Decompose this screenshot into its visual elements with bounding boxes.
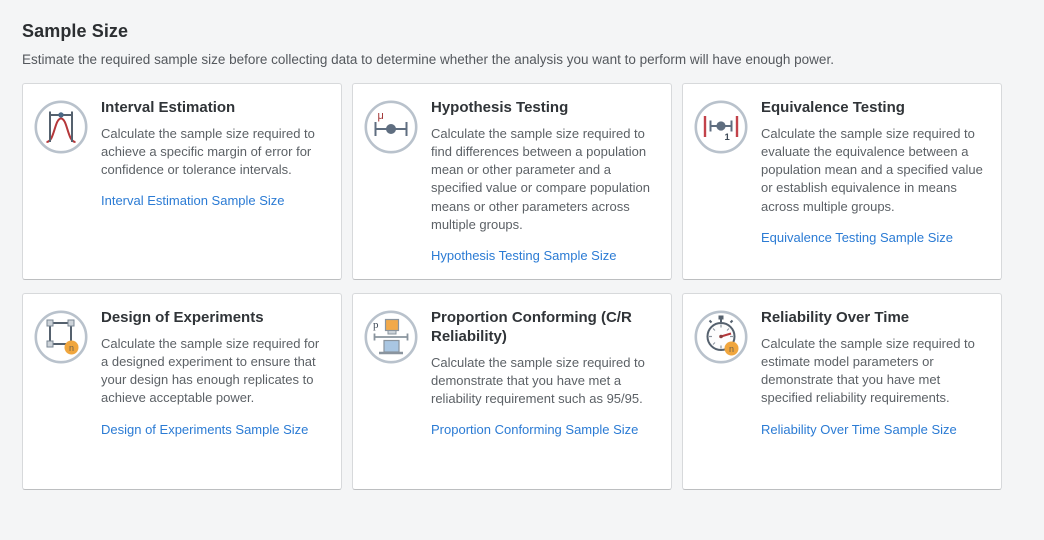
equivalence-testing-icon: 1 — [693, 99, 749, 155]
card-title: Equivalence Testing — [761, 99, 987, 118]
svg-text:n: n — [69, 343, 74, 353]
design-of-experiments-icon: n — [33, 309, 89, 365]
reliability-over-time-link[interactable]: Reliability Over Time Sample Size — [761, 422, 957, 437]
card-description: Calculate the sample size required to es… — [761, 335, 987, 408]
hypothesis-testing-icon: μ — [363, 99, 419, 155]
svg-text:n: n — [729, 344, 734, 354]
svg-text:μ: μ — [378, 110, 384, 122]
card-description: Calculate the sample size required to de… — [431, 354, 657, 409]
reliability-over-time-icon: n — [693, 309, 749, 365]
card-title: Design of Experiments — [101, 309, 327, 328]
cards-grid: Interval Estimation Calculate the sample… — [22, 83, 1022, 490]
svg-text:1: 1 — [725, 132, 731, 143]
card-proportion-conforming: p Proportion Conforming (C/R Reliability… — [352, 293, 672, 490]
card-description: Calculate the sample size required to ev… — [761, 125, 987, 216]
card-reliability-over-time: n Reliability Over Time Calculate the sa… — [682, 293, 1002, 490]
card-hypothesis-testing: μ Hypothesis Testing Calculate the sampl… — [352, 83, 672, 280]
equivalence-testing-link[interactable]: Equivalence Testing Sample Size — [761, 230, 953, 245]
sample-size-page: Sample Size Estimate the required sample… — [0, 0, 1044, 511]
page-subtitle: Estimate the required sample size before… — [22, 52, 1022, 67]
design-of-experiments-link[interactable]: Design of Experiments Sample Size — [101, 422, 308, 437]
card-interval-estimation: Interval Estimation Calculate the sample… — [22, 83, 342, 280]
card-title: Proportion Conforming (C/R Reliability) — [431, 309, 657, 347]
page-title: Sample Size — [22, 21, 1022, 42]
proportion-conforming-link[interactable]: Proportion Conforming Sample Size — [431, 422, 638, 437]
hypothesis-testing-link[interactable]: Hypothesis Testing Sample Size — [431, 248, 616, 263]
card-title: Reliability Over Time — [761, 309, 987, 328]
card-title: Hypothesis Testing — [431, 99, 657, 118]
card-description: Calculate the sample size required to fi… — [431, 125, 657, 234]
card-description: Calculate the sample size required to ac… — [101, 125, 327, 180]
card-title: Interval Estimation — [101, 99, 327, 118]
card-design-of-experiments: n Design of Experiments Calculate the sa… — [22, 293, 342, 490]
svg-text:p: p — [373, 319, 379, 331]
interval-estimation-icon — [33, 99, 89, 155]
card-equivalence-testing: 1 Equivalence Testing Calculate the samp… — [682, 83, 1002, 280]
card-description: Calculate the sample size required for a… — [101, 335, 327, 408]
proportion-conforming-icon: p — [363, 309, 419, 365]
interval-estimation-link[interactable]: Interval Estimation Sample Size — [101, 193, 285, 208]
